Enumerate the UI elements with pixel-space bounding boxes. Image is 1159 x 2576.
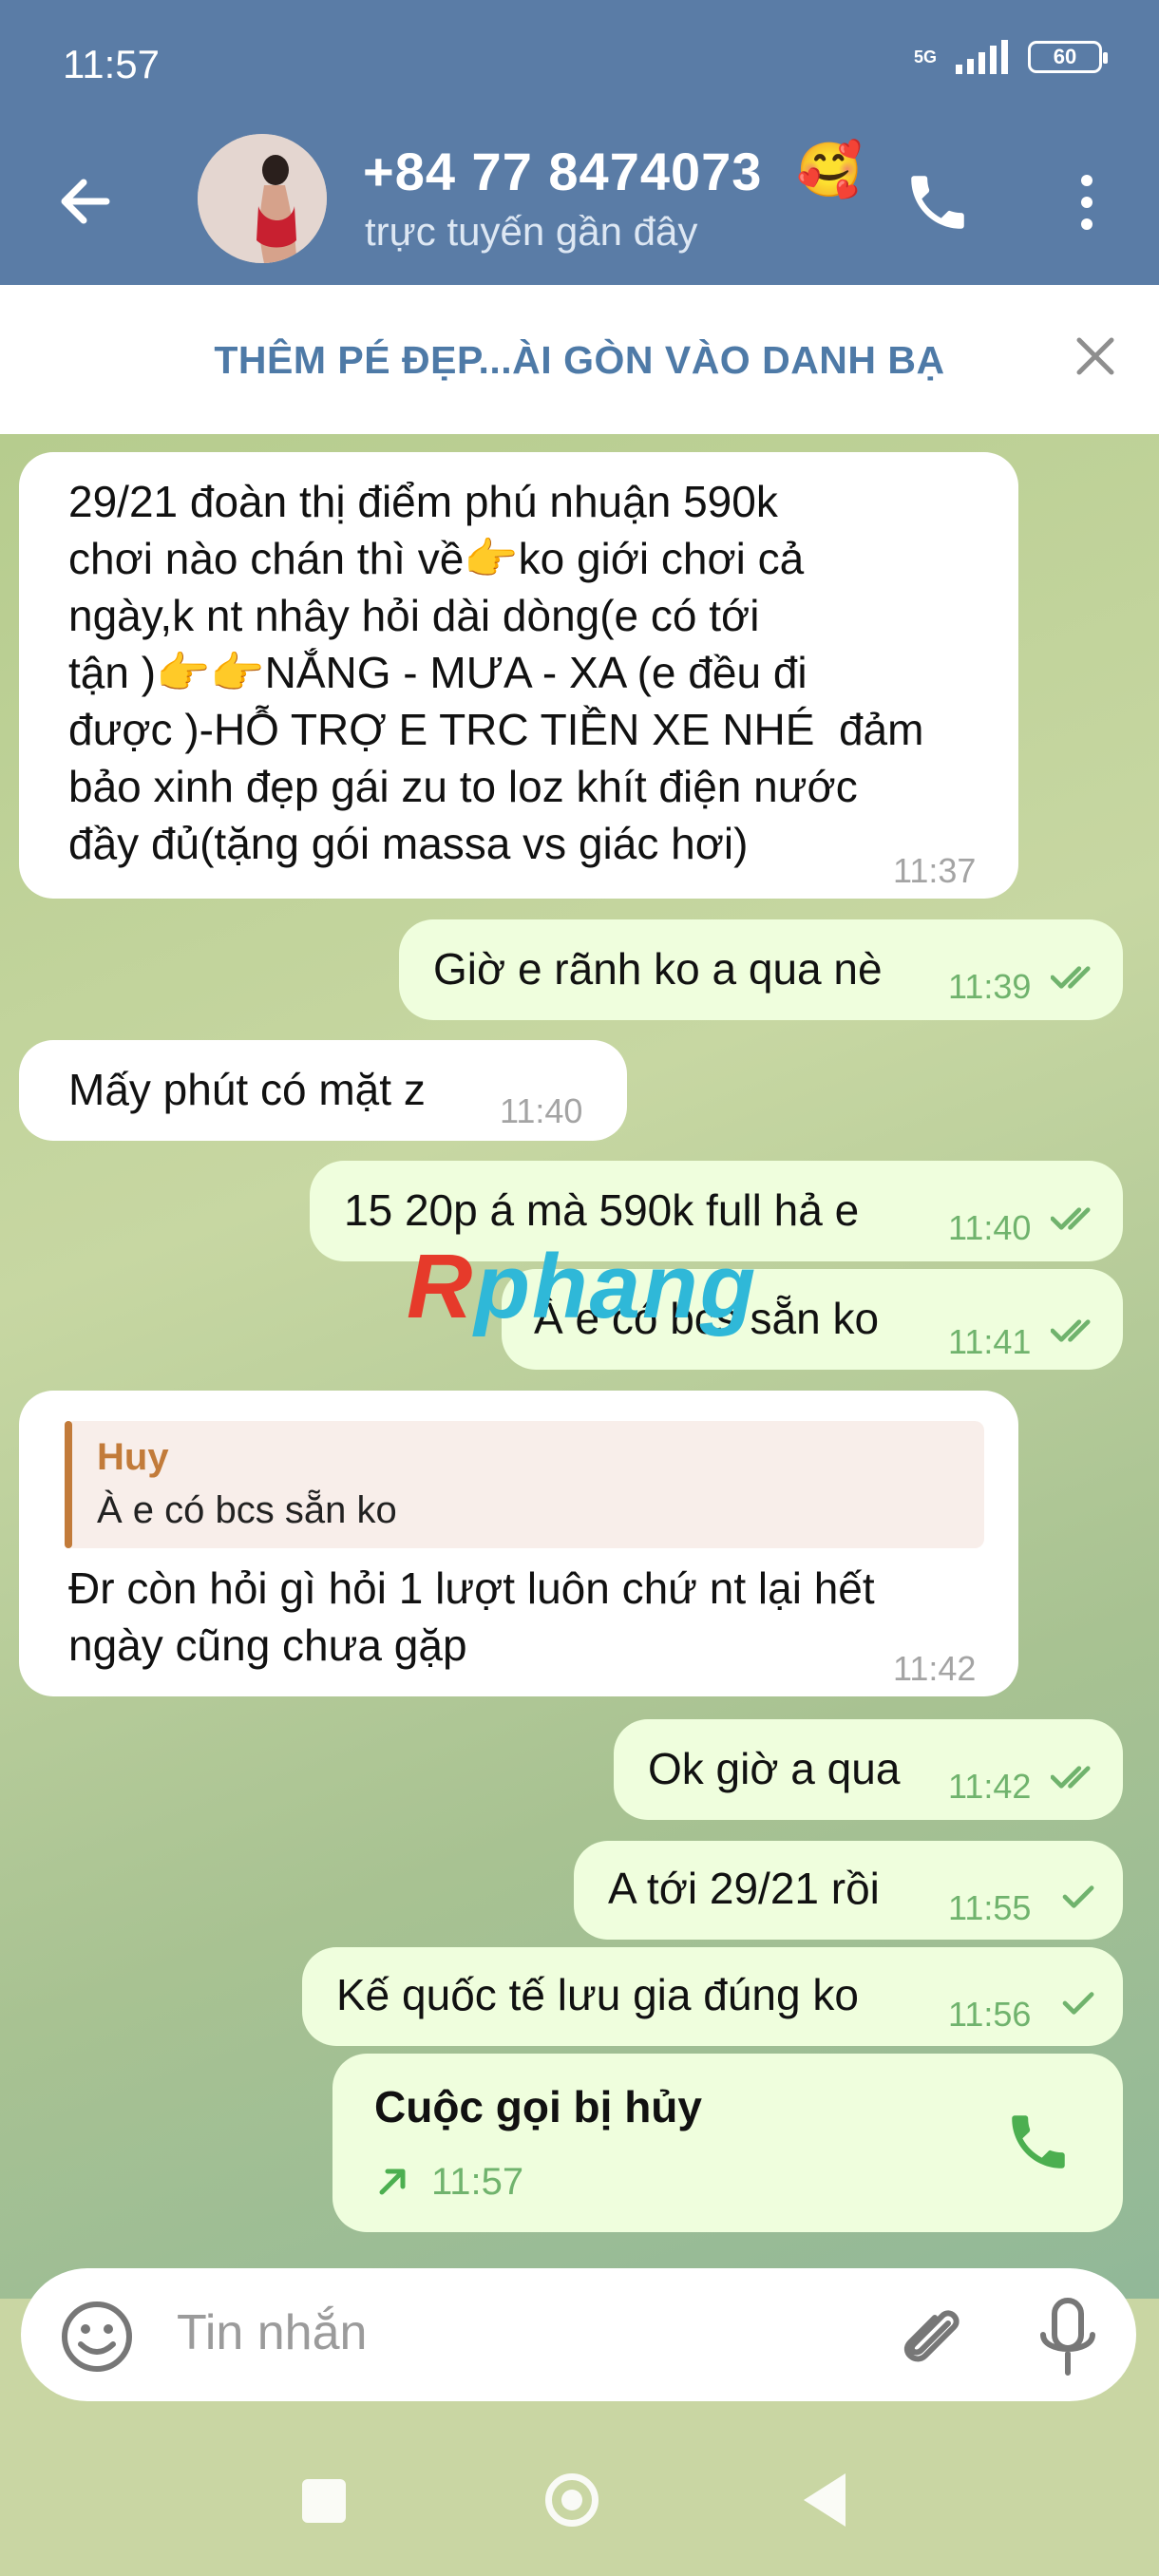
message-text-line: tận )👉👉NẮNG - MƯA - XA (e đều đi — [68, 648, 808, 697]
add-contact-banner[interactable]: THÊM PÉ ĐẸP...ÀI GÒN VÀO DANH BẠ — [0, 285, 1159, 434]
message-text-line: đầy đủ(tặng gói massa vs giác hơi) — [68, 819, 749, 868]
check-icon — [1062, 1992, 1094, 2015]
reply-author: Huy — [97, 1436, 169, 1478]
message-text: 15 20p á mà 590k full hả e — [344, 1185, 860, 1235]
watermark-letter: R — [407, 1236, 475, 1337]
message-text-line: Đr còn hỏi gì hỏi 1 lượt luôn chứ nt lại… — [68, 1563, 875, 1613]
avatar-image — [198, 134, 327, 263]
add-contact-label[interactable]: THÊM PÉ ĐẸP...ÀI GÒN VÀO DANH BẠ — [0, 338, 1159, 383]
message-time: 11:39 — [948, 967, 1032, 1006]
message-text: Giờ e rãnh ko a qua nè — [433, 944, 883, 994]
message-text: Kế quốc tế lưu gia đúng ko — [336, 1970, 859, 2019]
call-title: Cuộc gọi bị hủy — [374, 2082, 702, 2131]
close-icon[interactable] — [1074, 334, 1117, 378]
message-text: Ok giờ a qua — [648, 1744, 901, 1793]
message-text-line: ngày,k nt nhây hỏi dài dòng(e có tới — [68, 591, 760, 640]
arrow-left-icon[interactable] — [51, 167, 120, 236]
message-input[interactable]: Tin nhắn — [177, 2304, 367, 2361]
message-text-line: bảo xinh đẹp gái zu to loz khít điện nướ… — [68, 762, 858, 811]
call-message[interactable]: Cuộc gọi bị hủy 11:57 — [332, 2054, 1123, 2232]
double-check-icon — [1051, 1766, 1091, 1789]
message-outgoing[interactable]: Kế quốc tế lưu gia đúng ko 11:56 — [302, 1947, 1123, 2046]
watermark-logo: Rphang — [407, 1235, 757, 1339]
contact-emoji: 🥰 — [796, 140, 863, 199]
message-text-line: được )-HỖ TRỢ E TRC TIỀN XE NHÉ đảm — [68, 705, 924, 754]
double-check-icon — [1051, 1319, 1091, 1342]
message-time: 11:41 — [948, 1322, 1032, 1361]
call-time: 11:57 — [431, 2161, 524, 2203]
emoji-icon[interactable] — [55, 2295, 139, 2378]
message-text-line: 29/21 đoàn thị điểm phú nhuận 590k — [68, 477, 778, 526]
microphone-icon[interactable] — [1030, 2295, 1106, 2380]
contact-name[interactable]: +84 77 8474073 — [363, 141, 762, 202]
system-back-button[interactable] — [804, 2473, 846, 2527]
reply-accent-bar — [65, 1421, 72, 1548]
message-incoming-reply[interactable]: Huy À e có bcs sẵn ko Đr còn hỏi gì hỏi … — [19, 1391, 1018, 1696]
message-time: 11:55 — [948, 1888, 1032, 1927]
status-time: 11:57 — [63, 42, 160, 86]
phone-icon[interactable] — [1003, 2107, 1074, 2177]
reply-text: À e có bcs sẵn ko — [97, 1489, 397, 1531]
message-outgoing[interactable]: A tới 29/21 rồi 11:55 — [574, 1841, 1123, 1940]
double-check-icon — [1051, 1207, 1091, 1230]
paperclip-icon[interactable] — [889, 2295, 975, 2380]
message-time: 11:40 — [500, 1091, 583, 1130]
message-time: 11:37 — [893, 851, 977, 890]
avatar[interactable] — [198, 134, 327, 263]
phone-icon[interactable] — [902, 167, 973, 237]
status-indicators: 5G 60 — [913, 40, 1108, 74]
message-outgoing[interactable]: Giờ e rãnh ko a qua nè 11:39 — [399, 919, 1123, 1020]
signal-icon — [956, 40, 1008, 74]
check-icon — [1062, 1885, 1094, 1908]
message-text-line: chơi nào chán thì về👉ko giới chơi cả — [68, 534, 805, 583]
home-button[interactable] — [545, 2473, 598, 2527]
message-time: 11:40 — [948, 1208, 1032, 1247]
more-vertical-icon[interactable] — [1064, 167, 1110, 237]
message-incoming[interactable]: Mấy phút có mặt z 11:40 — [19, 1040, 627, 1141]
message-time: 11:56 — [948, 1995, 1032, 2034]
message-text: Mấy phút có mặt z — [68, 1065, 426, 1114]
network-label: 5G — [913, 47, 937, 66]
contact-status: trực tuyến gần đây — [365, 209, 698, 254]
message-outgoing[interactable]: Ok giờ a qua 11:42 — [614, 1719, 1123, 1820]
message-time: 11:42 — [893, 1649, 977, 1688]
recent-apps-button[interactable] — [302, 2479, 346, 2523]
message-text-line: ngày cũng chưa gặp — [68, 1620, 467, 1670]
message-incoming[interactable]: 29/21 đoàn thị điểm phú nhuận 590k chơi … — [19, 452, 1018, 899]
double-check-icon — [1051, 966, 1091, 989]
message-text: A tới 29/21 rồi — [608, 1864, 880, 1913]
battery-level: 60 — [1053, 45, 1077, 68]
message-time: 11:42 — [948, 1767, 1032, 1806]
reply-preview[interactable]: Huy À e có bcs sẵn ko — [65, 1421, 984, 1548]
watermark-text: phang — [474, 1236, 758, 1337]
arrow-up-right-icon — [379, 2169, 406, 2195]
battery-icon: 60 — [1028, 41, 1108, 73]
